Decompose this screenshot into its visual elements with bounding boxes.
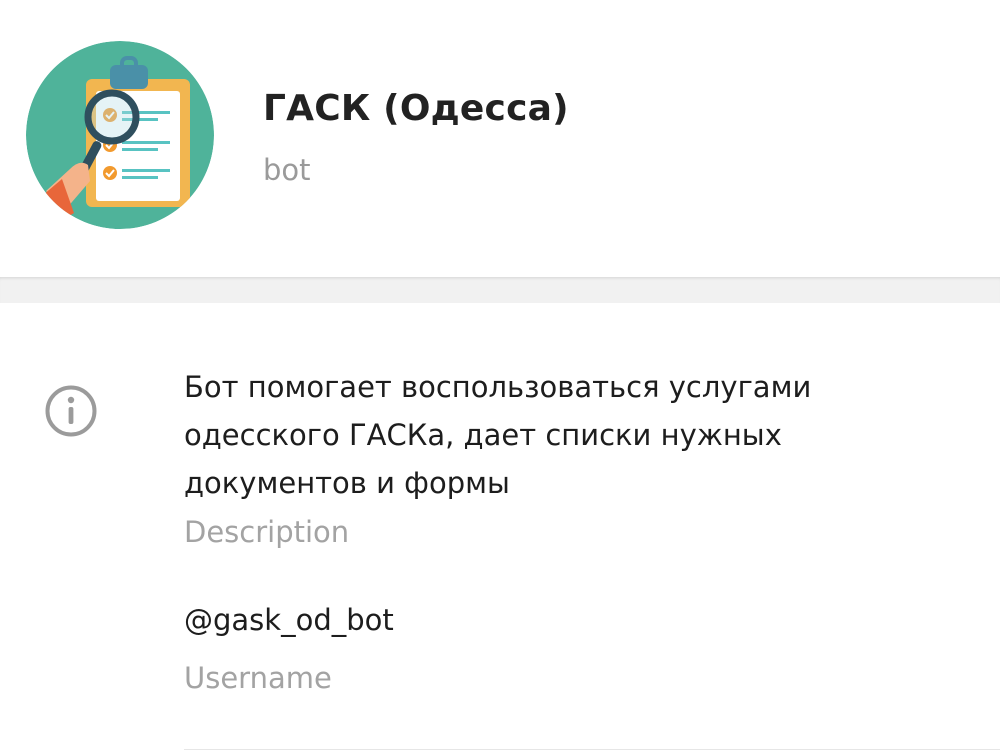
bot-profile-page: ГАСК (Одесса) bot Бот помогает воспользо… xyxy=(0,0,1000,755)
bot-description: Бот помогает воспользоваться услугами од… xyxy=(184,370,812,500)
bot-name: ГАСК (Одесса) xyxy=(263,88,569,129)
bot-status: bot xyxy=(263,153,311,187)
info-icon xyxy=(44,384,98,438)
username-row[interactable]: @gask_od_bot Username xyxy=(184,603,884,707)
section-bottom-divider xyxy=(184,749,1000,750)
info-section: Бот помогает воспользоваться услугами од… xyxy=(0,303,1000,755)
description-label: Description xyxy=(184,515,350,549)
username-label: Username xyxy=(184,661,332,695)
profile-header: ГАСК (Одесса) bot xyxy=(0,0,1000,277)
bot-avatar[interactable] xyxy=(26,41,214,229)
bot-username[interactable]: @gask_od_bot xyxy=(184,603,394,637)
section-divider xyxy=(0,277,1000,303)
clipboard-magnifier-avatar-icon xyxy=(26,41,214,229)
